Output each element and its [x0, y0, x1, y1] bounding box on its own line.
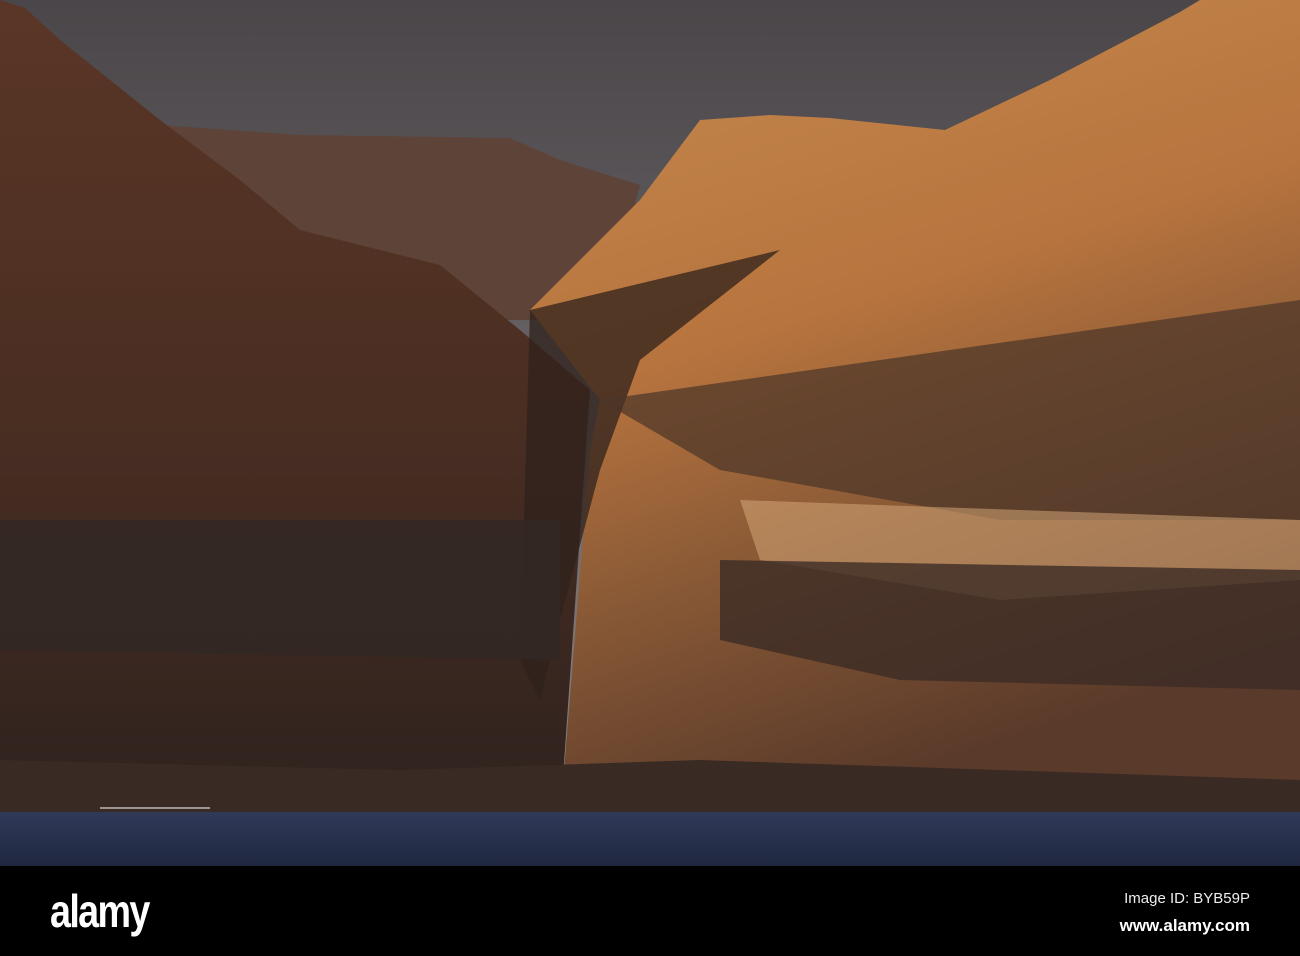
- watermark-bar: alamy Image ID: BYB59P www.alamy.com: [0, 866, 1300, 956]
- lower-cliff-left: [0, 520, 560, 660]
- image-id: Image ID: BYB59P: [1124, 890, 1250, 907]
- stock-photo: alamy Image ID: BYB59P www.alamy.com: [0, 0, 1300, 956]
- sea: [0, 812, 1300, 866]
- site-url: www.alamy.com: [1119, 916, 1250, 935]
- alamy-logo: alamy: [50, 885, 150, 937]
- cliff-landscape-photo: [0, 0, 1300, 866]
